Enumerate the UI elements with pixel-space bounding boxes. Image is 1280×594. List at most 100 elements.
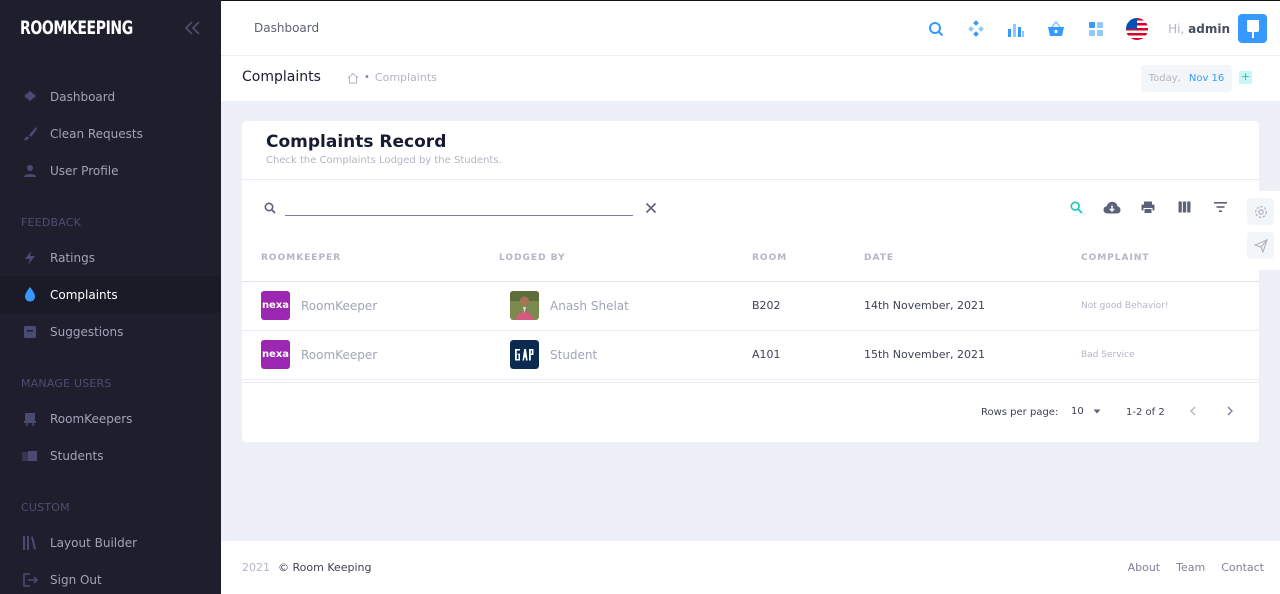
roomkeeper-logo: nexa	[261, 291, 290, 320]
sidebar-item-ratings[interactable]: Ratings	[0, 239, 221, 276]
header-toolbar: Hi, admin	[926, 1, 1280, 56]
sidebar-item-user-profile[interactable]: User Profile	[0, 152, 221, 189]
column-header-date[interactable]: DATE	[864, 235, 1081, 282]
breadcrumb-separator: •	[364, 72, 370, 83]
sidebar-item-layout-builder[interactable]: Layout Builder	[0, 524, 221, 561]
brand-logo[interactable]: ROOMKEEPING	[20, 17, 133, 39]
username: admin	[1188, 21, 1230, 36]
room-cell: A101	[752, 330, 864, 380]
column-header-room[interactable]: ROOM	[752, 235, 864, 282]
footer-link-team[interactable]: Team	[1176, 561, 1205, 574]
cloud-download-icon[interactable]	[1103, 199, 1121, 215]
sidebar-item-students[interactable]: Students	[0, 437, 221, 474]
user-greeting[interactable]: Hi, admin	[1168, 22, 1230, 36]
lodged-by-name: Anash Shelat	[550, 298, 629, 313]
user-avatar-button[interactable]	[1238, 14, 1267, 43]
sidebar-item-suggestions[interactable]: Suggestions	[0, 313, 221, 350]
table-tools	[1049, 199, 1229, 215]
lodged-by-name: Student	[550, 347, 598, 362]
search-input[interactable]	[285, 196, 633, 216]
sidebar-item-label: RoomKeepers	[50, 411, 133, 426]
lodged-by-cell: Anash Shelat	[510, 291, 752, 320]
sidebar-item-label: Sign Out	[50, 572, 102, 587]
roomkeeper-cell: nexa RoomKeeper	[261, 340, 499, 369]
sidebar: ROOMKEEPING Dashboard Clean Requests Use…	[0, 0, 221, 594]
view-columns-icon[interactable]	[1175, 199, 1193, 215]
next-page-icon[interactable]	[1226, 405, 1234, 419]
lodged-by-cell: Student	[510, 340, 752, 369]
column-header-lodged-by[interactable]: LODGED BY	[499, 235, 752, 282]
footer-name[interactable]: © Room Keeping	[278, 561, 372, 574]
send-icon[interactable]	[1247, 232, 1274, 259]
sidebar-item-label: Ratings	[50, 250, 95, 265]
subheader: Complaints • Complaints Today, Nov 16 +	[221, 56, 1280, 101]
user-pin-icon	[1246, 19, 1259, 38]
layers-icon	[22, 89, 38, 105]
table-toolbar	[242, 180, 1259, 235]
gap-logo	[510, 340, 539, 369]
note-icon	[22, 324, 38, 340]
rows-per-page-select[interactable]: 10	[1071, 406, 1101, 417]
us-flag-icon[interactable]	[1126, 17, 1149, 40]
footer-link-about[interactable]: About	[1128, 561, 1161, 574]
footer-link-contact[interactable]: Contact	[1221, 561, 1264, 574]
previous-page-icon[interactable]	[1189, 405, 1197, 419]
top-header: Dashboard Hi, admin	[221, 0, 1280, 56]
search-icon[interactable]	[1067, 199, 1085, 215]
apps-grid-icon[interactable]	[1086, 19, 1106, 39]
filter-icon[interactable]	[1211, 199, 1229, 215]
breadcrumb: • Complaints	[347, 71, 437, 84]
breadcrumb-item[interactable]: Complaints	[375, 71, 437, 84]
roomkeeper-name: RoomKeeper	[301, 347, 378, 362]
today-date-picker[interactable]: Today, Nov 16	[1141, 65, 1232, 92]
sidebar-item-clean-requests[interactable]: Clean Requests	[0, 115, 221, 152]
complaints-table: ROOMKEEPER LODGED BY ROOM DATE COMPLAINT…	[242, 235, 1259, 380]
today-label: Today,	[1148, 73, 1181, 84]
sidebar-item-roomkeepers[interactable]: RoomKeepers	[0, 400, 221, 437]
search-icon[interactable]	[926, 19, 946, 39]
footer-copyright: 2021 © Room Keeping	[242, 561, 372, 574]
lightning-icon	[22, 250, 38, 266]
add-button[interactable]: +	[1239, 71, 1252, 84]
sidebar-item-sign-out[interactable]: Sign Out	[0, 561, 221, 594]
sidebar-item-label: Clean Requests	[50, 126, 143, 141]
footer: 2021 © Room Keeping About Team Contact	[221, 541, 1280, 594]
bar-chart-icon[interactable]	[1006, 19, 1026, 39]
sidebar-item-label: User Profile	[50, 163, 119, 178]
page-title: Complaints	[242, 69, 321, 85]
card-subtitle: Check the Complaints Lodged by the Stude…	[266, 155, 502, 166]
table-row[interactable]: nexa RoomKeeper Anash Shelat B202 14th N…	[242, 281, 1259, 331]
layout-4-blocks-icon[interactable]	[966, 19, 986, 39]
complaint-cell: Not good Behavior!	[1081, 281, 1259, 331]
menu-section-manage-users: MANAGE USERS	[21, 377, 112, 390]
card-header: Complaints Record Check the Complaints L…	[242, 121, 1259, 180]
sidebar-item-complaints[interactable]: Complaints	[0, 276, 221, 313]
collapse-sidebar-icon[interactable]	[184, 16, 201, 40]
sidebar-item-label: Dashboard	[50, 89, 116, 104]
brand: ROOMKEEPING	[0, 0, 221, 56]
home-icon[interactable]	[347, 72, 359, 84]
card-title: Complaints Record	[266, 132, 447, 152]
print-icon[interactable]	[1139, 199, 1157, 215]
rows-per-page-value: 10	[1071, 406, 1084, 417]
sidebar-item-label: Suggestions	[50, 324, 124, 339]
table-row[interactable]: nexa RoomKeeper Student A101 15th Novemb…	[242, 330, 1259, 380]
sidebar-item-dashboard[interactable]: Dashboard	[0, 78, 221, 115]
sidebar-item-label: Students	[50, 448, 104, 463]
date-cell: 15th November, 2021	[864, 330, 1081, 380]
page-range: 1-2 of 2	[1126, 407, 1165, 418]
sticky-toolbar	[1241, 191, 1280, 270]
column-header-roomkeeper[interactable]: ROOMKEEPER	[242, 235, 499, 282]
shopping-basket-icon[interactable]	[1046, 19, 1066, 39]
column-header-complaint[interactable]: COMPLAINT	[1081, 235, 1259, 282]
caret-down-icon	[1093, 409, 1101, 413]
settings-gear-icon[interactable]	[1247, 198, 1274, 225]
pagination: Rows per page: 10 1-2 of 2	[242, 382, 1259, 442]
rows-per-page-label: Rows per page:	[981, 407, 1059, 418]
table-header-row: ROOMKEEPER LODGED BY ROOM DATE COMPLAINT	[242, 235, 1259, 282]
footer-links: About Team Contact	[1112, 561, 1264, 574]
clear-search-icon[interactable]	[645, 199, 657, 218]
footer-year: 2021	[242, 561, 270, 574]
drop-icon	[22, 287, 38, 303]
header-title: Dashboard	[254, 21, 320, 35]
